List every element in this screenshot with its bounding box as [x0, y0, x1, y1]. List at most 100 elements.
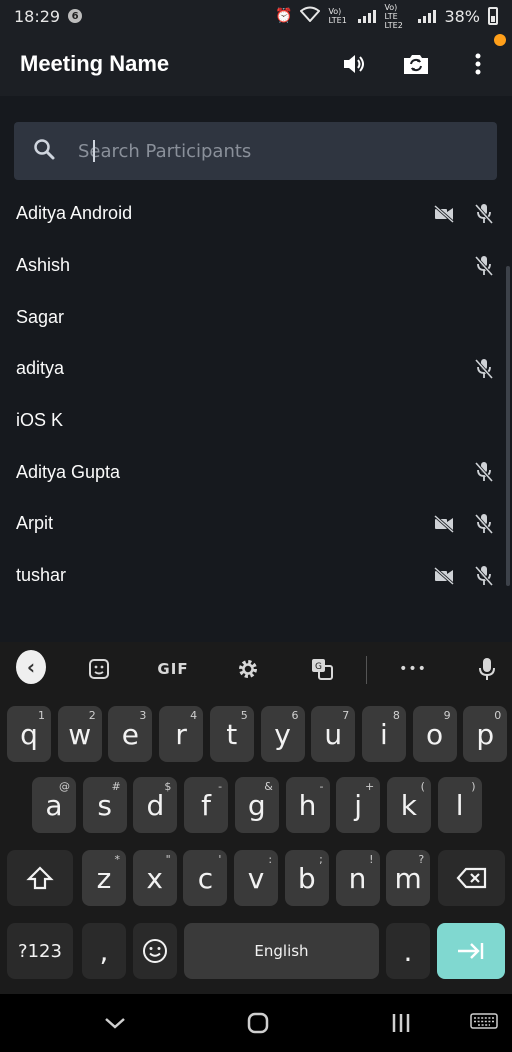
- status-right: ⏰ Vo) LTE1 Vo) LTE LTE2 38%: [275, 3, 498, 30]
- participant-row[interactable]: iOS K: [0, 395, 512, 447]
- key-o[interactable]: o9: [412, 706, 457, 762]
- key-secondary-label: 8: [392, 709, 400, 722]
- key-label: x: [146, 861, 163, 895]
- recent-apps-button[interactable]: [386, 1008, 416, 1038]
- key-label: m: [394, 861, 422, 895]
- key-w[interactable]: w2: [57, 706, 102, 762]
- backspace-key[interactable]: [438, 850, 505, 906]
- translate-icon[interactable]: G: [307, 654, 337, 684]
- meeting-title: Meeting Name: [20, 51, 170, 76]
- speaker-icon[interactable]: [340, 50, 368, 78]
- enter-key[interactable]: [437, 923, 505, 979]
- participant-list-area: Aditya Android Ashish Sagar aditya iOS K Adit…: [0, 96, 512, 642]
- key-i[interactable]: i8: [361, 706, 406, 762]
- participant-name: aditya: [16, 358, 65, 379]
- key-secondary-label: ': [218, 853, 222, 866]
- key-t[interactable]: t5: [209, 706, 254, 762]
- key-label: English: [254, 942, 309, 960]
- key-secondary-label: $: [164, 780, 172, 793]
- key-x[interactable]: x ": [132, 850, 177, 906]
- video-off-icon: [432, 202, 456, 226]
- participant-status-icons: [432, 512, 496, 536]
- key-m[interactable]: m?: [386, 850, 431, 906]
- keyboard-switch-button[interactable]: [469, 1008, 499, 1038]
- switch-camera-icon[interactable]: [402, 50, 430, 78]
- key-k[interactable]: k(: [386, 777, 431, 833]
- video-off-icon: [432, 564, 456, 588]
- mic-off-icon: [472, 564, 496, 588]
- battery-icon: [488, 7, 498, 25]
- key-label: z: [96, 861, 112, 895]
- key-n[interactable]: n!: [335, 850, 380, 906]
- key-z[interactable]: z *: [82, 850, 126, 906]
- more-options-button[interactable]: •••: [398, 654, 428, 684]
- key-f[interactable]: f-: [184, 777, 229, 833]
- space-key[interactable]: English: [184, 923, 379, 979]
- sticker-icon[interactable]: [84, 654, 114, 684]
- gear-icon[interactable]: [233, 654, 263, 684]
- list-scrollbar[interactable]: [506, 266, 510, 586]
- shift-key[interactable]: [7, 850, 73, 906]
- key-label: d: [146, 788, 165, 822]
- key-secondary-label: ): [471, 780, 476, 793]
- key-y[interactable]: y6: [260, 706, 305, 762]
- key-p[interactable]: p0: [463, 706, 508, 762]
- participant-status-icons: [432, 202, 496, 226]
- key-e[interactable]: e3: [108, 706, 153, 762]
- emoji-icon: [143, 939, 167, 963]
- search-input[interactable]: [76, 139, 460, 163]
- key-q[interactable]: q1: [7, 706, 51, 762]
- comma-key[interactable]: ,: [82, 923, 126, 979]
- key-secondary-label: *: [114, 853, 121, 866]
- participant-row[interactable]: Aditya Gupta: [0, 446, 512, 498]
- period-key[interactable]: .: [386, 923, 430, 979]
- participant-row[interactable]: Ashish: [0, 240, 512, 292]
- emoji-key[interactable]: [133, 923, 177, 979]
- key-secondary-label: ?: [418, 853, 425, 866]
- text-cursor: [93, 140, 95, 162]
- participant-name: Aditya Gupta: [16, 461, 121, 482]
- keyboard-back-button[interactable]: ‹: [16, 650, 46, 684]
- participant-row[interactable]: Arpit: [0, 498, 512, 550]
- key-l[interactable]: l): [437, 777, 482, 833]
- participant-row[interactable]: Aditya Android: [0, 188, 512, 240]
- key-label: v: [247, 861, 265, 895]
- mic-off-icon: [472, 460, 496, 484]
- mic-off-icon: [472, 512, 496, 536]
- key-d[interactable]: d $: [133, 777, 178, 833]
- search-bar[interactable]: [14, 122, 497, 180]
- key-c[interactable]: c ': [183, 850, 228, 906]
- key-a[interactable]: a @: [32, 777, 76, 833]
- key-label: s: [97, 788, 112, 822]
- key-s[interactable]: s #: [82, 777, 127, 833]
- key-v[interactable]: v:: [234, 850, 279, 906]
- participant-name: Ashish: [16, 255, 71, 276]
- hide-keyboard-button[interactable]: [100, 1008, 130, 1038]
- key-label: c: [197, 861, 214, 895]
- key-g[interactable]: g &: [234, 777, 279, 833]
- participant-row[interactable]: Sagar: [0, 291, 512, 343]
- key-secondary-label: 1: [38, 709, 45, 722]
- gif-button[interactable]: GIF: [156, 654, 190, 684]
- home-button[interactable]: [243, 1008, 273, 1038]
- participant-row[interactable]: aditya: [0, 343, 512, 395]
- key-secondary-label: !: [369, 853, 374, 866]
- participant-name: tushar: [16, 565, 67, 586]
- key-r[interactable]: r4: [159, 706, 204, 762]
- key-u[interactable]: u7: [311, 706, 356, 762]
- participant-status-icons: [472, 254, 496, 278]
- participant-row[interactable]: tushar: [0, 550, 512, 602]
- key-h[interactable]: h-: [285, 777, 330, 833]
- navigation-bar: [0, 994, 512, 1052]
- alarm-icon: ⏰: [275, 8, 293, 24]
- key-b[interactable]: b;: [284, 850, 329, 906]
- symbols-key[interactable]: ?123: [7, 923, 73, 979]
- chevron-left-icon: ‹: [16, 650, 46, 684]
- key-label: f: [201, 788, 212, 822]
- key-secondary-label: ;: [319, 853, 323, 866]
- key-j[interactable]: j +: [336, 777, 381, 833]
- participant-name: Arpit: [16, 513, 54, 534]
- more-vert-icon[interactable]: [464, 50, 492, 78]
- toolbar-divider: [366, 656, 367, 684]
- microphone-icon[interactable]: [472, 654, 502, 684]
